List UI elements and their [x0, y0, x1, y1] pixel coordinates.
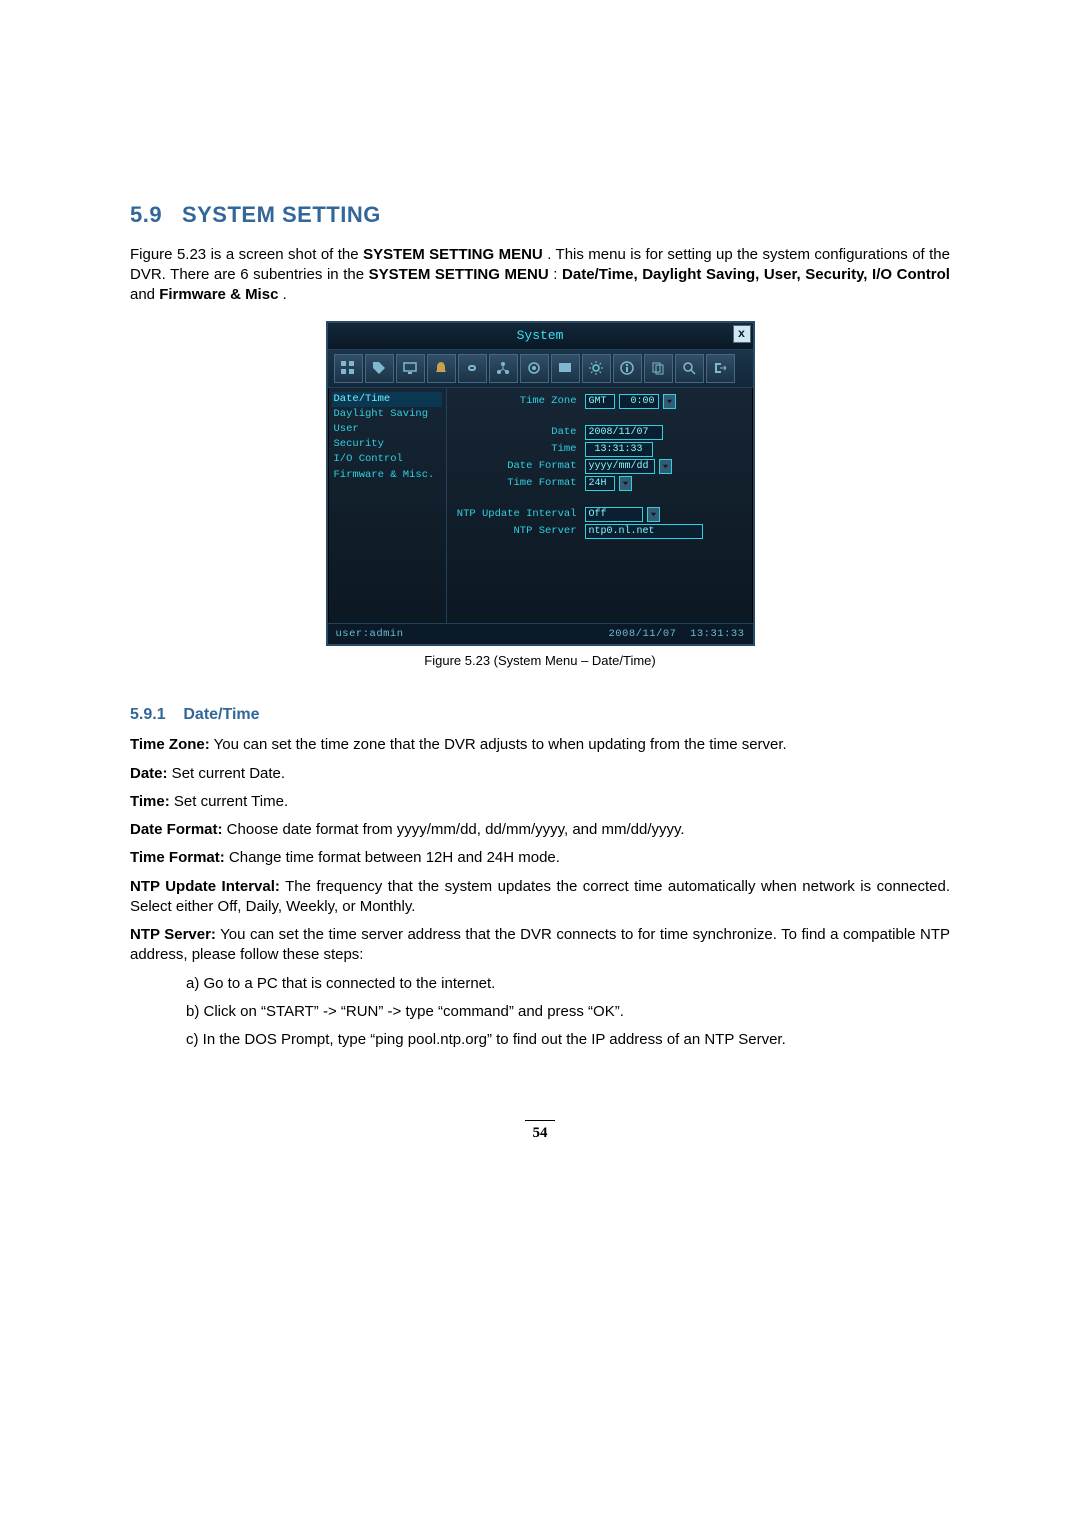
close-button[interactable]: x	[733, 325, 751, 343]
ntp-server-label: NTP Server	[451, 524, 581, 538]
sidebar-item-firmware[interactable]: Firmware & Misc.	[332, 468, 442, 483]
intro-bold: SYSTEM SETTING MENU	[369, 266, 549, 283]
timeformat-field[interactable]: 24H	[585, 476, 615, 491]
page-footer: 54	[130, 1120, 950, 1143]
page-number: 54	[533, 1125, 548, 1141]
subsection-heading: 5.9.1 Date/Time	[130, 704, 950, 726]
intro-bold: Firmware & Misc	[159, 286, 278, 303]
time-label: Time	[451, 442, 581, 456]
def-text: You can set the time server address that…	[130, 926, 950, 963]
sidebar-item-io[interactable]: I/O Control	[332, 452, 442, 467]
sidebar-item-security[interactable]: Security	[332, 437, 442, 452]
status-date: 2008/11/07	[608, 628, 676, 640]
copy-icon[interactable]	[644, 354, 673, 383]
subsection-title-text: Date/Time	[183, 706, 259, 723]
camera-icon[interactable]	[520, 354, 549, 383]
tag-icon[interactable]	[365, 354, 394, 383]
step-c: c) In the DOS Prompt, type “ping pool.nt…	[186, 1030, 950, 1050]
bell-icon[interactable]	[427, 354, 456, 383]
status-user: user:admin	[336, 627, 404, 641]
status-bar: user:admin 2008/11/07 13:31:33	[328, 623, 753, 644]
timezone-label: Time Zone	[451, 394, 581, 408]
step-b: b) Click on “START” -> “RUN” -> type “co…	[186, 1002, 950, 1022]
def-dateformat: Date Format: Choose date format from yyy…	[130, 820, 950, 840]
status-user-name: admin	[370, 628, 404, 640]
def-ntpserver: NTP Server: You can set the time server …	[130, 925, 950, 966]
def-label: Time Zone:	[130, 736, 210, 753]
status-time: 13:31:33	[690, 628, 744, 640]
intro-text: .	[283, 286, 287, 303]
def-text: Set current Date.	[168, 765, 286, 782]
section-heading: 5.9 SYSTEM SETTING	[130, 200, 950, 230]
def-date: Date: Set current Date.	[130, 764, 950, 784]
sidebar-item-user[interactable]: User	[332, 422, 442, 437]
window-titlebar: System x	[328, 323, 753, 350]
search-icon[interactable]	[675, 354, 704, 383]
dateformat-dropdown[interactable]	[659, 459, 672, 474]
sidebar-item-datetime[interactable]: Date/Time	[332, 392, 442, 407]
status-datetime: 2008/11/07 13:31:33	[608, 627, 744, 641]
system-menu-window: System x Date/Time	[326, 321, 755, 646]
date-field[interactable]: 2008/11/07	[585, 425, 663, 440]
intro-bold: SYSTEM SETTING MENU	[363, 246, 543, 263]
toolbar	[328, 350, 753, 388]
figure-container: System x Date/Time	[130, 321, 950, 669]
def-text: Set current Time.	[170, 793, 288, 810]
def-label: NTP Update Interval:	[130, 878, 280, 895]
timezone-dropdown[interactable]	[663, 394, 676, 409]
figure-caption: Figure 5.23 (System Menu – Date/Time)	[130, 652, 950, 670]
def-label: Date:	[130, 765, 168, 782]
screen-icon[interactable]	[551, 354, 580, 383]
intro-bold: Date/Time, Daylight Saving, User, Securi…	[562, 266, 950, 283]
def-ntpinterval: NTP Update Interval: The frequency that …	[130, 877, 950, 918]
monitor-icon[interactable]	[396, 354, 425, 383]
main-panel: Time Zone GMT 0:00 Date 2008/11/07 Time …	[447, 388, 753, 623]
subsection-number: 5.9.1	[130, 706, 166, 723]
ntp-steps: a) Go to a PC that is connected to the i…	[186, 974, 950, 1051]
dateformat-field[interactable]: yyyy/mm/dd	[585, 459, 655, 474]
intro-paragraph: Figure 5.23 is a screen shot of the SYST…	[130, 245, 950, 306]
def-text: You can set the time zone that the DVR a…	[210, 736, 787, 753]
timezone-gmt-field[interactable]: GMT	[585, 394, 615, 409]
def-label: Time Format:	[130, 849, 225, 866]
def-text: Choose date format from yyyy/mm/dd, dd/m…	[223, 821, 685, 838]
def-label: NTP Server:	[130, 926, 216, 943]
link-icon[interactable]	[458, 354, 487, 383]
ntp-server-field[interactable]: ntp0.nl.net	[585, 524, 703, 539]
sidebar-item-daylight[interactable]: Daylight Saving	[332, 407, 442, 422]
dateformat-label: Date Format	[451, 459, 581, 473]
date-label: Date	[451, 425, 581, 439]
def-time: Time: Set current Time.	[130, 792, 950, 812]
timeformat-dropdown[interactable]	[619, 476, 632, 491]
def-label: Time:	[130, 793, 170, 810]
intro-text: and	[130, 286, 159, 303]
ntp-interval-label: NTP Update Interval	[451, 507, 581, 521]
network-icon[interactable]	[489, 354, 518, 383]
exit-icon[interactable]	[706, 354, 735, 383]
ntp-interval-field[interactable]: Off	[585, 507, 643, 522]
window-title: System	[517, 328, 564, 343]
def-timeformat: Time Format: Change time format between …	[130, 848, 950, 868]
timezone-offset-field[interactable]: 0:00	[619, 394, 659, 409]
time-field[interactable]: 13:31:33	[585, 442, 653, 457]
def-label: Date Format:	[130, 821, 223, 838]
timeformat-label: Time Format	[451, 476, 581, 490]
ntp-interval-dropdown[interactable]	[647, 507, 660, 522]
sidebar: Date/Time Daylight Saving User Security …	[328, 388, 447, 623]
intro-text: :	[553, 266, 562, 283]
step-a: a) Go to a PC that is connected to the i…	[186, 974, 950, 994]
def-timezone: Time Zone: You can set the time zone tha…	[130, 735, 950, 755]
def-text: Change time format between 12H and 24H m…	[225, 849, 560, 866]
settings-icon[interactable]	[582, 354, 611, 383]
info-icon[interactable]	[613, 354, 642, 383]
grid-icon[interactable]	[334, 354, 363, 383]
section-title-text: SYSTEM SETTING	[182, 202, 381, 227]
status-user-label: user:	[336, 628, 370, 640]
section-number: 5.9	[130, 202, 162, 227]
intro-text: Figure 5.23 is a screen shot of the	[130, 246, 363, 263]
